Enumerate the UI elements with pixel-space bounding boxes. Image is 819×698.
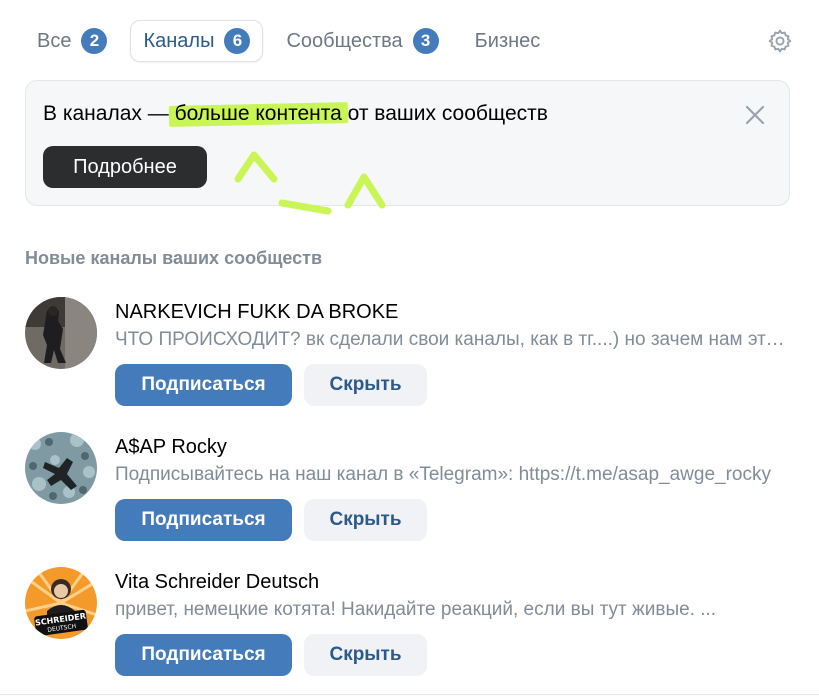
tab-channels[interactable]: Каналы 6 — [130, 20, 264, 62]
channel-item: A$AP Rocky Подписывайтесь на наш канал в… — [25, 432, 795, 552]
divider — [0, 694, 819, 695]
section-title: Новые каналы ваших сообществ — [25, 248, 323, 268]
banner-text-start: В каналах — — [43, 102, 175, 125]
hide-button[interactable]: Скрыть — [304, 364, 427, 406]
more-button[interactable]: Подробнее — [43, 146, 207, 188]
tab-channels-label: Каналы — [143, 29, 215, 52]
tab-channels-count: 6 — [224, 28, 251, 54]
tab-all[interactable]: Все 2 — [24, 20, 120, 62]
close-icon[interactable] — [743, 103, 767, 127]
channel-description: привет, немецкие котята! Накидайте реакц… — [115, 599, 717, 620]
channel-name[interactable]: Vita Schreider Deutsch — [115, 571, 319, 594]
subscribe-button[interactable]: Подписаться — [115, 634, 292, 676]
subscribe-button[interactable]: Подписаться — [115, 499, 292, 541]
channels-page: Все 2 Каналы 6 Сообщества 3 Бизнес В кан… — [0, 0, 819, 698]
hide-button[interactable]: Скрыть — [304, 499, 427, 541]
channel-item: SCHREIDER DEUTSCH Vita Schreider Deutsch… — [25, 567, 795, 687]
banner-highlight-label: больше контента — [174, 102, 342, 125]
banner-text-end: от ваших сообществ — [341, 102, 548, 125]
banner-text-highlight: больше контента — [175, 102, 342, 126]
tab-all-label: Все — [37, 29, 72, 52]
promo-banner: В каналах — больше контента от ваших соо… — [25, 80, 790, 215]
tab-communities[interactable]: Сообщества 3 — [273, 20, 451, 62]
subscribe-button[interactable]: Подписаться — [115, 364, 292, 406]
channel-description: Подписывайтесь на наш канал в «Telegram»… — [115, 464, 772, 485]
tab-all-count: 2 — [81, 28, 108, 54]
tab-bar: Все 2 Каналы 6 Сообщества 3 Бизнес — [24, 20, 795, 62]
gear-icon[interactable] — [765, 26, 795, 56]
tab-business[interactable]: Бизнес — [462, 20, 554, 62]
hide-button[interactable]: Скрыть — [304, 634, 427, 676]
channel-name[interactable]: A$AP Rocky — [115, 436, 227, 459]
tab-business-label: Бизнес — [474, 29, 541, 52]
tab-communities-label: Сообщества — [286, 29, 403, 52]
avatar[interactable] — [25, 432, 97, 504]
channel-description: ЧТО ПРОИСХОДИТ? вк сделали свои каналы, … — [115, 329, 787, 350]
avatar[interactable] — [25, 297, 97, 369]
channel-item: NARKEVICH FUKK DA BROKE ЧТО ПРОИСХОДИТ? … — [25, 297, 795, 417]
tab-communities-count: 3 — [412, 28, 439, 54]
avatar[interactable]: SCHREIDER DEUTSCH — [25, 567, 97, 639]
channel-name[interactable]: NARKEVICH FUKK DA BROKE — [115, 301, 398, 324]
banner-text: В каналах — больше контента от ваших соо… — [43, 102, 548, 126]
